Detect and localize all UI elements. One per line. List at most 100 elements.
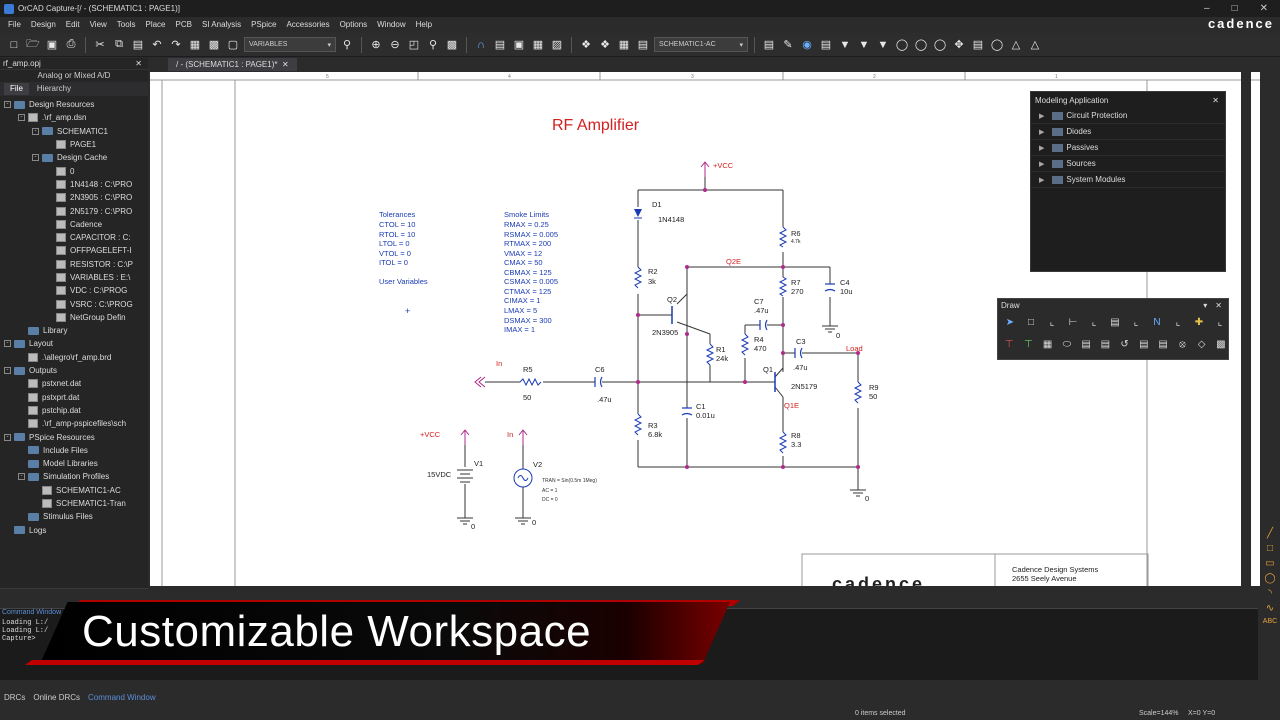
parametric-plotter-icon[interactable]: △ — [1027, 37, 1043, 53]
expand-toggle-icon[interactable]: - — [32, 154, 39, 162]
zoom-select-icon[interactable]: ▩ — [444, 37, 460, 53]
tree-item[interactable]: VARIABLES : E:\ — [0, 271, 148, 284]
power-marker-icon[interactable]: ▼ — [875, 37, 891, 53]
tree-item[interactable]: SCHEMATIC1-AC — [0, 484, 148, 497]
place-ellipse-icon[interactable]: ◇ — [1195, 336, 1209, 352]
tree-item[interactable]: VDC : C:\PROG — [0, 284, 148, 297]
place-polyline-icon[interactable]: ⦻ — [1175, 336, 1189, 352]
bus-entry-icon[interactable]: ⌞ — [1128, 314, 1144, 330]
tab-hierarchy[interactable]: Hierarchy — [31, 83, 77, 95]
menu-pcb[interactable]: PCB — [176, 20, 192, 29]
menu-pspice[interactable]: PSpice — [251, 20, 276, 29]
paste-icon[interactable]: ▤ — [130, 37, 146, 53]
place-line-icon[interactable]: ▤ — [1156, 336, 1170, 352]
expand-toggle-icon[interactable]: - — [4, 101, 11, 109]
sensitivity-icon[interactable]: ✥ — [951, 37, 967, 53]
place-pin-icon[interactable]: ↺ — [1118, 336, 1132, 352]
print-icon[interactable]: ⎙ — [63, 37, 79, 53]
tree-item[interactable]: - Design Cache — [0, 151, 148, 164]
snap-grid-icon[interactable]: ▩ — [206, 37, 222, 53]
tree-item[interactable]: .\rf_amp-pspicefiles\sch — [0, 417, 148, 430]
maximize-button[interactable]: □ — [1232, 3, 1238, 14]
place-text-icon[interactable]: ▤ — [1137, 336, 1151, 352]
tree-item[interactable]: pstxnet.dat — [0, 377, 148, 390]
place-ellipse-icon[interactable]: ◯ — [1264, 573, 1275, 584]
save-icon[interactable]: ▣ — [44, 37, 60, 53]
annotate-icon[interactable]: ▤ — [492, 37, 508, 53]
tree-item[interactable]: Cadence — [0, 218, 148, 231]
close-button[interactable]: ✕ — [1260, 3, 1268, 14]
place-ground-symbol-icon[interactable]: ⊤ — [1002, 336, 1016, 352]
place-part-icon[interactable]: □ — [1023, 314, 1039, 330]
menu-si-analysis[interactable]: SI Analysis — [202, 20, 241, 29]
tree-item[interactable]: OFFPAGELEFT-I — [0, 244, 148, 257]
tab-schematic-page1[interactable]: / - (SCHEMATIC1 : PAGE1)* ✕ — [168, 58, 297, 71]
tab-file[interactable]: File — [4, 83, 29, 95]
expand-toggle-icon[interactable]: - — [4, 433, 11, 441]
place-ieee-icon[interactable]: ▩ — [1214, 336, 1228, 352]
canvas-vertical-scrollbar[interactable] — [1241, 72, 1251, 586]
tree-item[interactable]: SCHEMATIC1-Tran — [0, 497, 148, 510]
board-icon[interactable]: ▤ — [635, 37, 651, 53]
canvas-horizontal-scrollbar[interactable] — [150, 587, 1251, 597]
menu-view[interactable]: View — [90, 20, 107, 29]
view-results-icon[interactable]: ▤ — [818, 37, 834, 53]
tree-item[interactable]: Logs — [0, 524, 148, 537]
new-sim-profile-icon[interactable]: ▤ — [761, 37, 777, 53]
menu-place[interactable]: Place — [145, 20, 165, 29]
tree-item[interactable]: - Layout — [0, 337, 148, 350]
modeling-item-sources[interactable]: ▶ Sources — [1031, 156, 1225, 172]
tree-item[interactable]: - PSpice Resources — [0, 430, 148, 443]
edit-sim-profile-icon[interactable]: ✎ — [780, 37, 796, 53]
tree-item[interactable]: Include Files — [0, 444, 148, 457]
place-line-icon[interactable]: ╱ — [1267, 528, 1273, 539]
menu-design[interactable]: Design — [31, 20, 56, 29]
bias-power-icon[interactable]: ◯ — [932, 37, 948, 53]
modeling-item-circuit-protection[interactable]: ▶ Circuit Protection — [1031, 108, 1225, 124]
close-icon[interactable]: ✕ — [1212, 96, 1219, 105]
layout-icon[interactable]: ▦ — [616, 37, 632, 53]
tree-item[interactable]: Library — [0, 324, 148, 337]
close-panel-icon[interactable]: ✕ — [135, 59, 142, 68]
net-alias-icon[interactable]: N — [1149, 314, 1165, 330]
place-polygon-icon[interactable]: ▭ — [1265, 558, 1274, 569]
tree-item[interactable]: - .\rf_amp.dsn — [0, 111, 148, 124]
menu-help[interactable]: Help — [416, 20, 432, 29]
pcb-link-icon[interactable]: ❖ — [597, 37, 613, 53]
current-marker-icon[interactable]: ▼ — [856, 37, 872, 53]
menu-window[interactable]: Window — [377, 20, 405, 29]
expand-toggle-icon[interactable]: - — [32, 127, 39, 135]
project-scrollbar[interactable] — [0, 588, 148, 598]
place-junction-icon[interactable]: ▤ — [1107, 314, 1123, 330]
place-hier-pin-icon[interactable]: ▤ — [1079, 336, 1093, 352]
place-port-icon[interactable]: ⬭ — [1060, 336, 1074, 352]
expand-toggle-icon[interactable]: - — [18, 473, 25, 481]
expand-toggle-icon[interactable]: - — [4, 340, 11, 348]
netlist-icon[interactable]: ▦ — [530, 37, 546, 53]
bias-voltage-icon[interactable]: ◯ — [894, 37, 910, 53]
open-folder-icon[interactable]: 🗁 — [25, 37, 41, 53]
area-select-icon[interactable]: ▢ — [225, 37, 241, 53]
tab-command-window[interactable]: Command Window — [88, 693, 156, 702]
close-icon[interactable]: ✕ — [1215, 301, 1222, 310]
find-icon[interactable]: ⚲ — [339, 37, 355, 53]
tree-item[interactable]: Model Libraries — [0, 457, 148, 470]
tree-item[interactable]: - Simulation Profiles — [0, 470, 148, 483]
new-file-icon[interactable]: □ — [6, 37, 22, 53]
place-hier-block-icon[interactable]: ▦ — [1041, 336, 1055, 352]
zoom-out-icon[interactable]: ⊖ — [387, 37, 403, 53]
tree-item[interactable]: pstchip.dat — [0, 404, 148, 417]
place-power-icon[interactable]: ⌞ — [1170, 314, 1186, 330]
menu-accessories[interactable]: Accessories — [286, 20, 329, 29]
zoom-fit-icon[interactable]: ⚲ — [425, 37, 441, 53]
expand-toggle-icon[interactable]: - — [4, 367, 11, 375]
place-wire-icon[interactable]: ⌞ — [1044, 314, 1060, 330]
modeling-item-system-modules[interactable]: ▶ System Modules — [1031, 172, 1225, 188]
dropdown-icon[interactable]: ▾ — [1203, 301, 1207, 310]
tree-item[interactable]: NetGroup Defin — [0, 311, 148, 324]
copy-icon[interactable]: ⧉ — [111, 37, 127, 53]
zoom-area-icon[interactable]: ◰ — [406, 37, 422, 53]
tree-item[interactable]: RESISTOR : C:\P — [0, 258, 148, 271]
simulation-profile-select[interactable]: SCHEMATIC1-AC ▾ — [654, 37, 748, 52]
variables-select[interactable]: VARIABLES ▾ — [244, 37, 336, 52]
